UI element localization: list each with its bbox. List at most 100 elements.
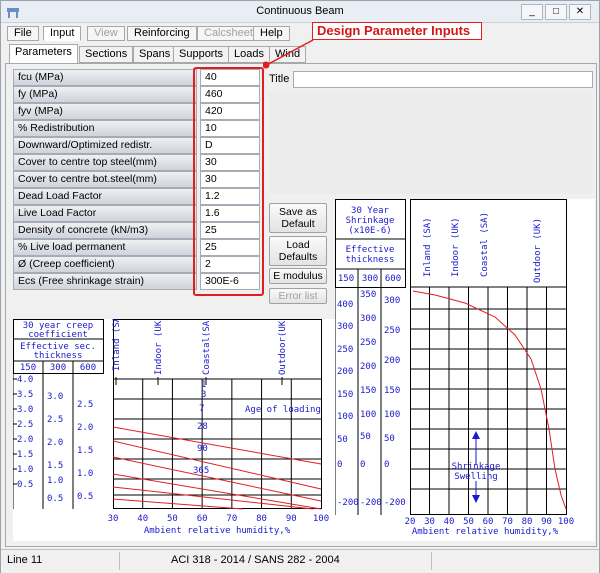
shrink-scale-label: 250 [360, 338, 376, 348]
shrink-scale-label: 0 [384, 460, 389, 470]
shrink-scale-label: 300 [360, 314, 376, 324]
shrink-x-label: Ambient relative humidity,% [412, 527, 559, 537]
annotation-highlight-box [193, 67, 264, 296]
param-label: % Live load permanent [13, 239, 197, 256]
shrink-subtitle-line2: thickness [346, 255, 395, 265]
param-label: Ecs (Free shrinkage strain) [13, 273, 197, 290]
shrink-x-tick: 90 [541, 517, 552, 527]
maximize-button[interactable]: □ [545, 4, 567, 20]
creep-scale-label: 1.5 [47, 461, 63, 471]
creep-x-tick: 80 [256, 514, 267, 524]
creep-scale-label: 1.5 [77, 446, 93, 456]
creep-age-label: Age of loading [245, 405, 321, 415]
param-label: Cover to centre bot.steel(mm) [13, 171, 197, 188]
title-label: Title [269, 73, 290, 85]
shrink-scale-label: 50 [360, 432, 371, 442]
menu-calcsheet[interactable]: Calcsheet [197, 26, 260, 41]
tab-supports[interactable]: Supports [173, 46, 230, 63]
creep-scale-label: 3.5 [17, 390, 33, 400]
creep-scale-label: 4.0 [17, 375, 33, 385]
title-bar: Continuous Beam _ □ ✕ [1, 1, 599, 23]
save-default-button[interactable]: Save as Default [269, 203, 327, 233]
load-defaults-button[interactable]: Load Defaults [269, 236, 327, 266]
param-label: fyv (MPa) [13, 103, 197, 120]
tab-sections[interactable]: Sections [79, 46, 134, 63]
error-list-button[interactable]: Error list [269, 288, 327, 304]
creep-age-curve [112, 440, 322, 490]
shrink-subtitle-line1: Effective [346, 245, 395, 255]
creep-scale-label: 2.5 [17, 420, 33, 430]
creep-scale-label: 2.0 [77, 423, 93, 433]
creep-age-value: 7 [199, 404, 204, 414]
shrinkage-label: Shrinkage [452, 462, 501, 472]
window-title: Continuous Beam [256, 5, 344, 17]
creep-environment-labels: Inland (SA) Indoor (UK) Coastal(SA) Outdoor… [112, 319, 288, 385]
creep-scale-label: 1.0 [47, 476, 63, 486]
param-label: Cover to centre top steel(mm) [13, 154, 197, 171]
shrink-x-tick: 70 [502, 517, 513, 527]
creep-subtitle: Effective sec. thickness [20, 342, 96, 361]
info-area [269, 91, 593, 194]
shrink-scale-label: 150 [337, 390, 353, 400]
creep-scale-label: 0.5 [47, 494, 63, 504]
creep-x-ticks: 30 40 50 60 70 80 90 100 [108, 514, 330, 524]
creep-x-tick: 100 [313, 514, 329, 524]
status-line: Line 11 [7, 554, 43, 566]
creep-age-value: 28 [197, 422, 208, 432]
menu-reinforcing[interactable]: Reinforcing [127, 26, 197, 41]
menu-file[interactable]: File [7, 26, 39, 41]
shrink-x-tick: 80 [522, 517, 533, 527]
creep-title-line2: coefficient [28, 330, 88, 340]
creep-chart: 30 year creep coefficient Effective sec. t… [13, 319, 335, 541]
tab-parameters[interactable]: Parameters [9, 44, 78, 64]
shrink-environment-labels: Inland (SA) Indoor (UK) Coastal (SA) Outdoo… [423, 212, 543, 283]
creep-age-value: 1 [201, 380, 206, 390]
shrink-scale-label: 300 [337, 322, 353, 332]
shrink-title-line3: (x10E-6) [348, 226, 391, 236]
shrink-scale-label: 0 [360, 460, 365, 470]
creep-scale-label: 3.0 [47, 392, 63, 402]
swelling-label: Swelling [454, 472, 497, 482]
shrink-scale-label: 50 [384, 434, 395, 444]
shrink-env-label: Outdoor (UK) [533, 218, 543, 283]
status-divider [119, 552, 120, 570]
creep-thickness-150: 150 [20, 363, 36, 373]
creep-age-curve [112, 426, 322, 465]
param-label: fy (MPa) [13, 86, 197, 103]
shrink-scale-label: 250 [337, 345, 353, 355]
shrink-x-ticks: 20 30 40 50 60 70 80 90 100 [405, 517, 575, 527]
shrink-scale-label: -200 [360, 498, 382, 508]
shrink-scale-label: 400 [337, 300, 353, 310]
creep-age-value: 90 [197, 444, 208, 454]
creep-age-value: 3 [201, 390, 206, 400]
shrink-x-tick: 40 [444, 517, 455, 527]
param-label: fcu (MPa) [13, 69, 197, 86]
status-bar: Line 11 ACI 318 - 2014 / SANS 282 - 2004 [1, 549, 599, 573]
shrink-scale-label: -200 [384, 498, 406, 508]
minimize-button[interactable]: _ [521, 4, 543, 20]
shrink-title: 30 Year Shrinkage (x10E-6) [346, 206, 395, 236]
shrink-env-label: Indoor (UK) [451, 217, 461, 277]
title-input[interactable] [293, 71, 593, 88]
creep-x-tick: 50 [167, 514, 178, 524]
creep-age-curve [112, 498, 244, 510]
shrink-subtitle: Effective thickness [346, 245, 395, 265]
shrink-scale-label: 100 [384, 410, 400, 420]
creep-scale-label: 1.0 [77, 469, 93, 479]
param-label: Live Load Factor [13, 205, 197, 222]
menu-view[interactable]: View [87, 26, 125, 41]
shrink-thickness-150: 150 [338, 274, 354, 284]
emodulus-button[interactable]: E modulus [269, 268, 327, 284]
creep-x-label: Ambient relative humidity,% [144, 526, 291, 536]
menu-input[interactable]: Input [43, 26, 82, 41]
close-button[interactable]: ✕ [569, 4, 591, 20]
status-codes: ACI 318 - 2014 / SANS 282 - 2004 [171, 554, 340, 566]
shrink-scale-label: 350 [360, 290, 376, 300]
shrink-x-tick: 60 [483, 517, 494, 527]
creep-grid [113, 379, 321, 509]
shrink-scales: 400 300 250 200 150 100 50 0 -200 350 300 250 200 150… [337, 290, 406, 508]
tab-spans[interactable]: Spans [133, 46, 177, 63]
creep-age-value: 365 [193, 466, 209, 476]
shrink-scale-label: 200 [384, 356, 400, 366]
creep-env-label: Outdoor(UK) [278, 319, 288, 375]
